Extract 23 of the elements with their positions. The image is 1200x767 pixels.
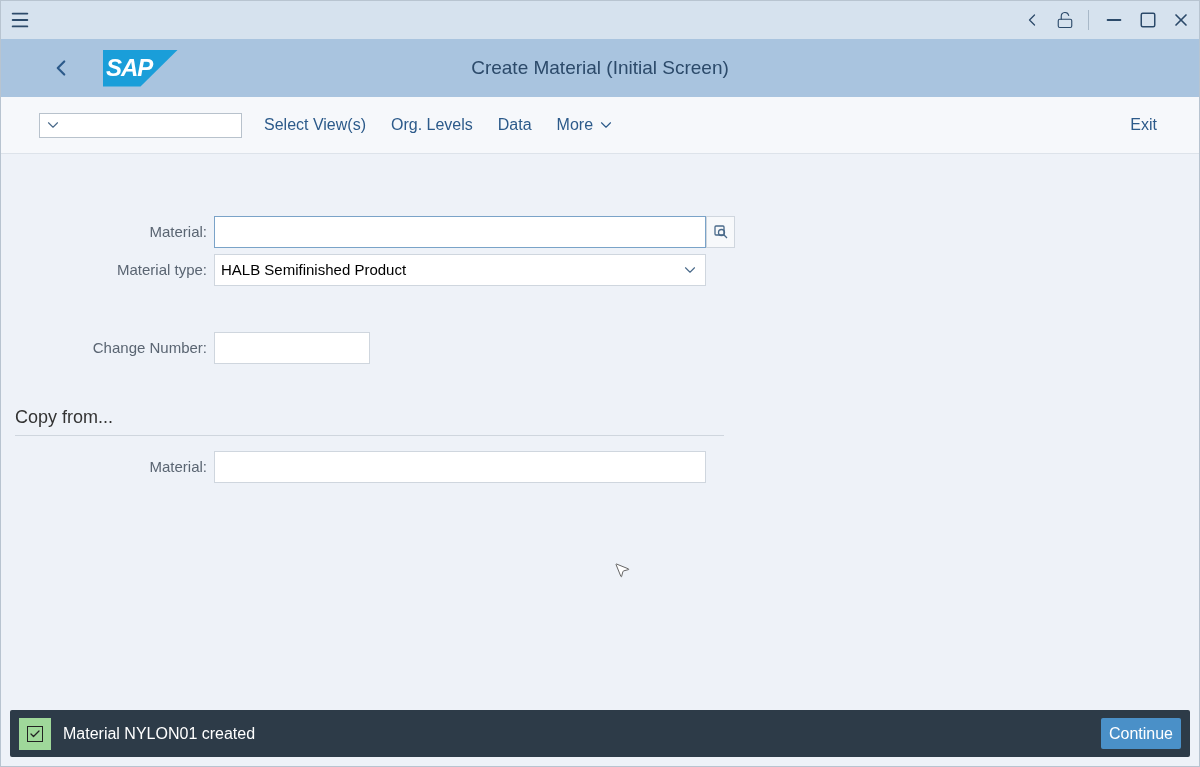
window-title: Create Material (Initial Screen) (470, 55, 730, 80)
value-help-button[interactable] (706, 216, 735, 248)
message-text: Material NYLON01 created (63, 723, 256, 744)
toolbar-button[interactable]: Org. Levels (390, 113, 473, 137)
toolbar-button[interactable]: Data (497, 113, 532, 137)
section-title: Copy from... (15, 406, 115, 429)
dropdown-value: HALB Semifinished Product (221, 259, 407, 280)
unlock-icon[interactable] (1056, 11, 1074, 29)
field-label: Material: (148, 456, 208, 477)
toolbar-button[interactable]: Select View(s) (264, 113, 366, 137)
input-field[interactable] (214, 216, 706, 248)
cursor-icon (613, 561, 631, 579)
field-label: Material type: (115, 259, 208, 280)
material-type-dropdown[interactable]: HALB Semifinished Product (214, 254, 706, 286)
exit-button[interactable]: Exit (1130, 113, 1157, 137)
logo: SAP (103, 49, 178, 87)
input-field[interactable] (214, 451, 706, 483)
field-label: Material: (148, 221, 208, 242)
more-menu-button[interactable]: More (556, 113, 616, 137)
search-icon (712, 224, 729, 240)
field-label: Change Number: (91, 337, 208, 358)
maximize-icon[interactable] (1139, 11, 1157, 29)
input-field[interactable] (214, 332, 370, 364)
